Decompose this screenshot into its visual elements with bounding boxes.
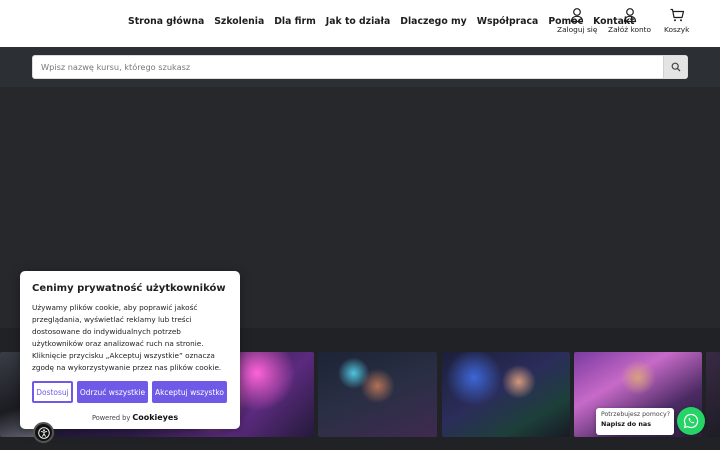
whatsapp-icon <box>683 413 699 429</box>
powered-by-label: Powered by <box>92 414 131 422</box>
search-input[interactable] <box>33 56 665 78</box>
whatsapp-button[interactable] <box>677 407 705 435</box>
cookie-consent-dialog: Cenimy prywatność użytkowników Używamy p… <box>20 271 240 429</box>
accept-all-button[interactable]: Akceptuj wszystko <box>152 381 227 403</box>
nav-how-it-works[interactable]: Jak to działa <box>326 16 390 27</box>
site-header: Strona główna Szkolenia Dla firm Jak to … <box>0 0 720 47</box>
user-icon <box>571 8 584 23</box>
register-button[interactable]: Załóż konto <box>608 7 651 34</box>
accessibility-icon <box>37 426 50 439</box>
customize-button[interactable]: Dostosuj <box>32 381 73 403</box>
nav-for-companies[interactable]: Dla firm <box>274 16 316 27</box>
nav-why-us[interactable]: Dlaczego my <box>400 16 466 27</box>
whatsapp-cta: Napisz do nas <box>601 420 652 428</box>
cookie-title: Cenimy prywatność użytkowników <box>32 283 226 294</box>
powered-by: Powered by Cookieyes <box>92 413 178 422</box>
search-box <box>32 55 688 79</box>
nav-courses[interactable]: Szkolenia <box>214 16 264 27</box>
cookie-description: Używamy plików cookie, aby poprawić jako… <box>32 303 222 372</box>
accessibility-button[interactable] <box>33 422 54 443</box>
login-button[interactable]: Zaloguj się <box>557 7 597 34</box>
nav-cooperation[interactable]: Współpraca <box>477 16 539 27</box>
whatsapp-question: Potrzebujesz pomocy? <box>601 411 671 418</box>
cart-button[interactable]: Koszyk <box>664 7 689 34</box>
search-button[interactable] <box>663 56 687 78</box>
whatsapp-bubble[interactable]: Potrzebujesz pomocy? Napisz do nas <box>596 408 674 435</box>
course-thumbnail[interactable] <box>318 352 437 437</box>
nav-home[interactable]: Strona główna <box>128 16 204 27</box>
cookie-buttons: Dostosuj Odrzuć wszystkie Akceptuj wszys… <box>32 381 227 403</box>
reject-all-button[interactable]: Odrzuć wszystkie <box>77 381 148 403</box>
user-plus-icon <box>623 8 636 23</box>
course-thumbnail[interactable] <box>706 352 720 437</box>
search-band <box>0 47 720 87</box>
cart-label: Koszyk <box>664 25 690 34</box>
cart-icon <box>670 8 684 22</box>
login-label: Zaloguj się <box>557 25 598 34</box>
header-actions: Zaloguj się Załóż konto Koszyk <box>554 7 714 41</box>
course-thumbnail[interactable] <box>442 352 570 437</box>
search-icon <box>671 62 680 72</box>
cookieyes-logo: Cookieyes <box>132 413 179 422</box>
register-label: Załóż konto <box>608 25 652 34</box>
